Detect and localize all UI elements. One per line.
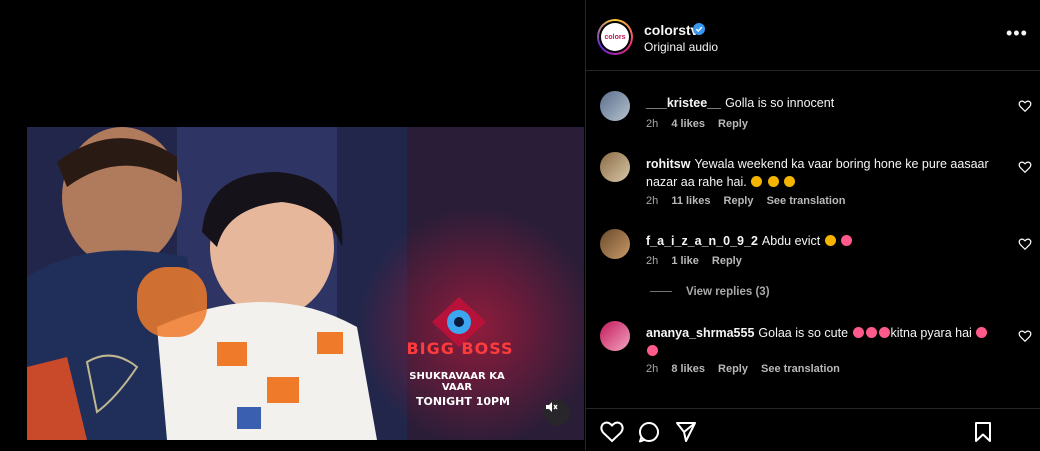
like-heart-icon[interactable] <box>600 421 624 443</box>
heart-eyes-emoji-icon <box>865 327 877 338</box>
account-avatar[interactable]: colors <box>597 19 633 55</box>
comment-text: ___kristee__ Golla is so innocent <box>646 94 991 112</box>
comment-meta: 2h 8 likes Reply See translation <box>646 363 850 375</box>
heart-eyes-emoji-icon <box>647 345 658 356</box>
commenter-avatar[interactable] <box>600 152 630 182</box>
more-options-icon[interactable]: ••• <box>1006 24 1028 42</box>
comment-text: ananya_shrma555 Golaa is so cute kitna py… <box>646 324 991 360</box>
reply-button[interactable]: Reply <box>724 195 754 207</box>
comment-likes[interactable]: 4 likes <box>671 118 705 130</box>
verified-icon <box>693 23 705 35</box>
like-comment-heart-icon[interactable] <box>1018 99 1032 113</box>
comment-username[interactable]: ananya_shrma555 <box>646 326 754 340</box>
comment-time: 2h <box>646 255 659 267</box>
commenter-avatar[interactable] <box>600 91 630 121</box>
action-bar <box>586 408 1040 451</box>
like-comment-heart-icon[interactable] <box>1018 329 1032 343</box>
crying-emoji-icon <box>841 235 853 246</box>
view-replies-label: View replies (3) <box>686 286 770 298</box>
sad-emoji-icon <box>824 235 836 246</box>
video-frame <box>27 127 584 440</box>
comments-list: ___kristee__ Golla is so innocent 2h 4 li… <box>586 71 1040 407</box>
mute-icon <box>546 402 558 412</box>
share-icon[interactable] <box>675 421 697 443</box>
commenter-avatar[interactable] <box>600 321 630 351</box>
show-subtitle: SHUKRAVAAR KA VAAR <box>409 371 505 393</box>
video-player[interactable]: BIGG BOSS SHUKRAVAAR KA VAAR TONIGHT 10P… <box>27 127 584 440</box>
comment-meta: 2h 11 likes Reply See translation <box>646 195 855 207</box>
audio-label[interactable]: Original audio <box>644 40 718 54</box>
comment-text: rohitsw Yewala weekend ka vaar boring hon… <box>646 155 991 191</box>
bookmark-icon[interactable] <box>973 421 993 443</box>
comment-username[interactable]: rohitsw <box>646 157 690 171</box>
comment-content: Abdu evict <box>761 234 821 248</box>
like-comment-heart-icon[interactable] <box>1018 237 1032 251</box>
replies-dash <box>650 291 672 293</box>
comment-content: Golaa is so cute <box>758 326 849 340</box>
show-time: TONIGHT 10PM <box>415 395 511 408</box>
commenter-avatar[interactable] <box>600 229 630 259</box>
heart-eyes-emoji-icon <box>878 327 890 338</box>
heart-eyes-emoji-icon <box>976 327 988 338</box>
comment-likes[interactable]: 8 likes <box>671 363 705 375</box>
comment-time: 2h <box>646 118 659 130</box>
comment-meta: 2h 4 likes Reply <box>646 118 758 130</box>
see-translation-link[interactable]: See translation <box>761 363 840 375</box>
account-username[interactable]: colorstv <box>644 22 698 38</box>
reply-button[interactable]: Reply <box>712 255 742 267</box>
sad-emoji-icon <box>751 176 763 187</box>
comment-time: 2h <box>646 195 659 207</box>
avatar-logo: colors <box>601 23 629 51</box>
comment-text: f_a_i_z_a_n_0_9_2 Abdu evict <box>646 232 991 250</box>
view-replies-link[interactable]: View replies (3) <box>650 286 770 298</box>
sad-emoji-icon <box>784 176 796 187</box>
comment-content-continued: kitna pyara hai <box>890 326 972 340</box>
reply-button[interactable]: Reply <box>718 363 748 375</box>
post-header: colors colorstv Original audio ••• <box>586 0 1040 71</box>
see-translation-link[interactable]: See translation <box>767 195 846 207</box>
comment-content: Golla is so innocent <box>725 96 835 110</box>
comment-username[interactable]: f_a_i_z_a_n_0_9_2 <box>646 234 758 248</box>
comment-username[interactable]: ___kristee__ <box>646 96 721 110</box>
post-panel: colors colorstv Original audio ••• ___kr… <box>585 0 1040 450</box>
mute-button[interactable] <box>544 400 570 426</box>
comment-content: Yewala weekend ka vaar boring hone ke pu… <box>646 157 989 189</box>
show-title: BIGG BOSS <box>406 339 514 358</box>
sad-emoji-icon <box>767 176 779 187</box>
comment-meta: 2h 1 like Reply <box>646 255 752 267</box>
reply-button[interactable]: Reply <box>718 118 748 130</box>
comment-likes[interactable]: 11 likes <box>671 195 710 207</box>
media-area: BIGG BOSS SHUKRAVAAR KA VAAR TONIGHT 10P… <box>0 0 585 450</box>
like-comment-heart-icon[interactable] <box>1018 160 1032 174</box>
comment-likes[interactable]: 1 like <box>671 255 699 267</box>
heart-eyes-emoji-icon <box>852 327 864 338</box>
comment-icon[interactable] <box>638 421 660 443</box>
comment-time: 2h <box>646 363 659 375</box>
